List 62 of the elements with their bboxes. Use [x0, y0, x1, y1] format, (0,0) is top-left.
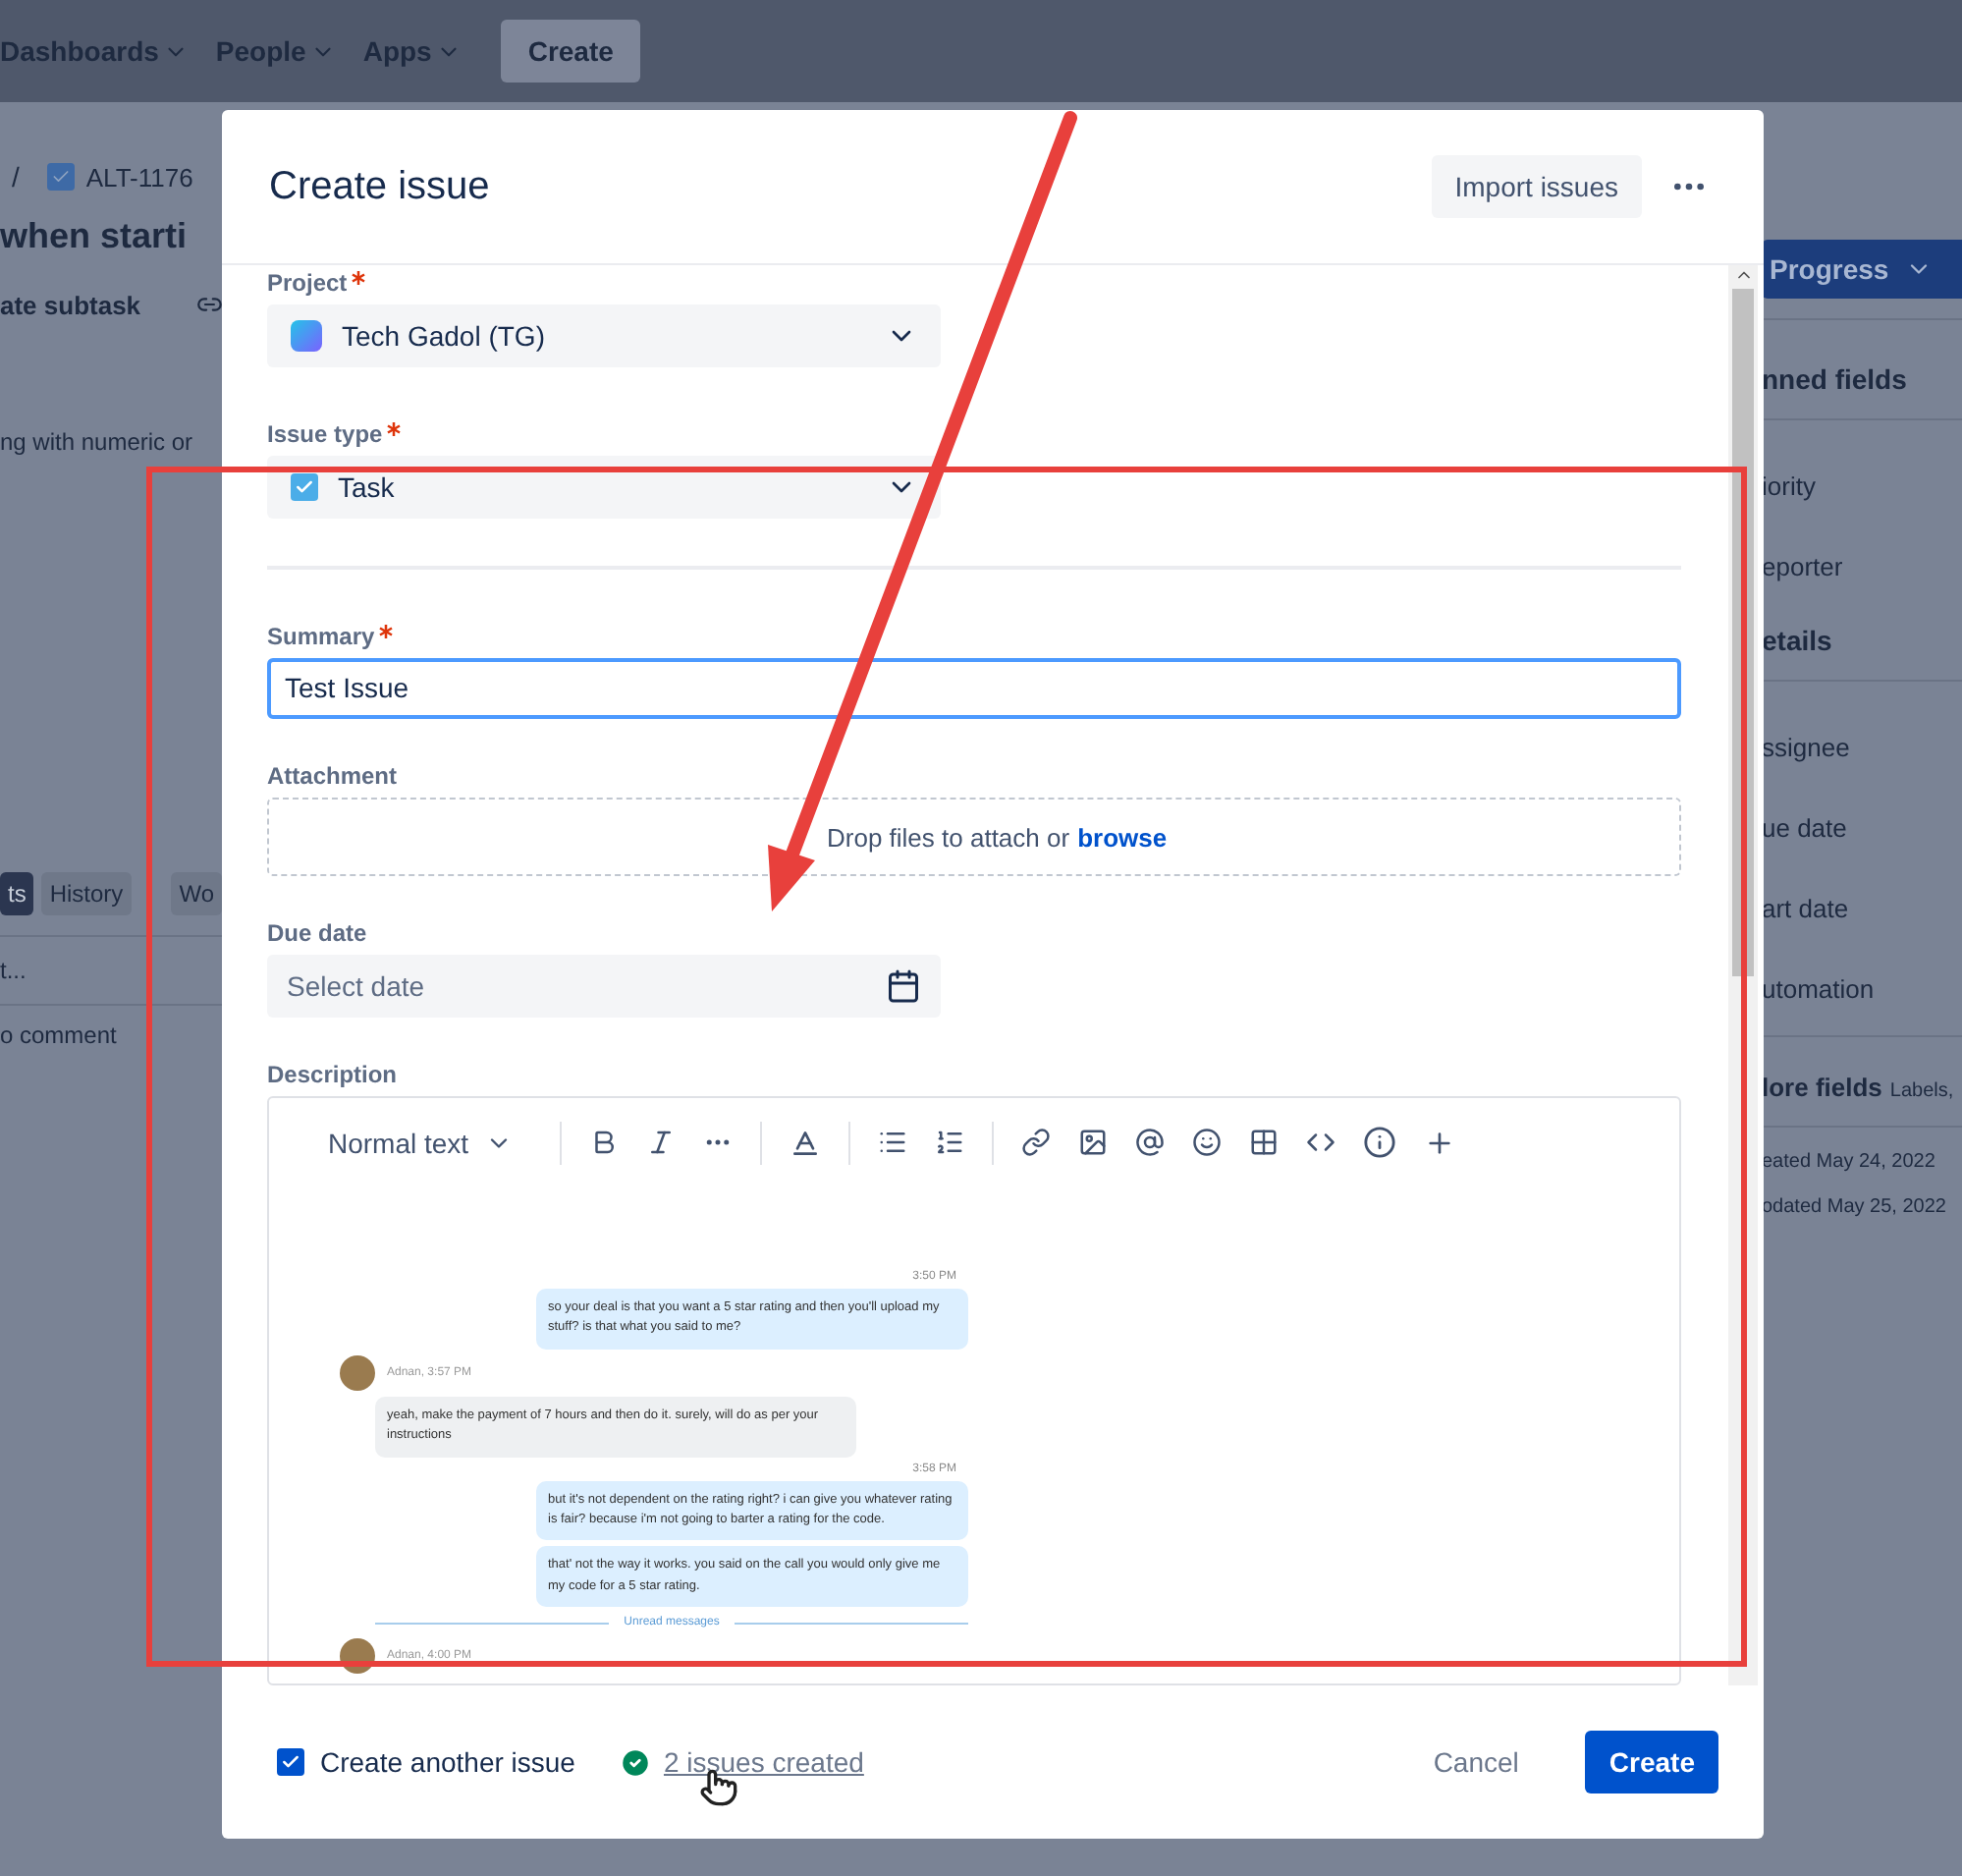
image-icon[interactable] [1077, 1128, 1108, 1158]
issue-key[interactable]: ALT-1176 [85, 162, 193, 192]
breadcrumb-separator: / [12, 161, 20, 193]
avatar [340, 1354, 375, 1391]
checkbox[interactable] [277, 1748, 304, 1776]
link-icon[interactable] [1020, 1128, 1051, 1158]
check-icon [281, 1752, 300, 1772]
numbered-list-icon[interactable] [934, 1128, 964, 1158]
description-editor[interactable] [267, 1095, 1681, 1685]
task-icon [291, 472, 318, 501]
text-color-icon[interactable] [789, 1127, 821, 1159]
action-label[interactable]: ate subtask [0, 290, 141, 319]
field-label: art date [1762, 894, 1849, 923]
table-icon[interactable] [1248, 1128, 1279, 1158]
project-icon [291, 319, 322, 352]
field-label: Due date [267, 919, 367, 948]
field-label: Summary [267, 622, 375, 650]
emoji-icon[interactable] [1191, 1128, 1222, 1158]
section-heading: etails [1762, 625, 1832, 656]
insert-icon[interactable] [1423, 1127, 1455, 1159]
create-button[interactable]: Create [500, 20, 641, 83]
section-heading: lore fields [1762, 1073, 1882, 1102]
calendar-icon [886, 968, 921, 1004]
section-heading: nned fields [1762, 363, 1907, 395]
success-icon [618, 1745, 652, 1779]
field-label: Issue type [267, 419, 383, 448]
tab[interactable]: ts [0, 872, 34, 915]
checkbox-icon [46, 163, 75, 191]
checkbox-label: Create another issue [320, 1746, 575, 1778]
field-label: ue date [1762, 813, 1847, 843]
field-label: Description [267, 1060, 398, 1088]
tab[interactable]: Wo [171, 872, 222, 915]
comment-hint: o comment [0, 1021, 117, 1049]
issues-created-link[interactable]: 2 issues created [663, 1746, 864, 1778]
date-text: odated May 25, 2022 [1762, 1196, 1946, 1218]
field-label: eporter [1762, 552, 1843, 581]
status-button[interactable]: Progress [1762, 240, 1962, 299]
issue-title: when starti [0, 216, 188, 257]
project-select[interactable]: Tech Gadol (TG) [267, 304, 941, 367]
text-style-dropdown[interactable]: Normal text [308, 1127, 532, 1159]
mention-icon[interactable] [1134, 1128, 1165, 1158]
field-label: ssignee [1762, 733, 1850, 762]
import-issues-button[interactable]: Import issues [1431, 155, 1642, 218]
due-date-field[interactable]: Select date [267, 955, 941, 1018]
description-text: ng with numeric or [0, 428, 193, 456]
field-label: iority [1762, 471, 1816, 501]
dialog-title: Create issue [269, 164, 490, 209]
italic-icon[interactable] [645, 1128, 676, 1158]
bullet-list-icon[interactable] [877, 1128, 907, 1158]
date-text: eated May 24, 2022 [1762, 1151, 1935, 1173]
field-hint: Labels, [1889, 1080, 1954, 1102]
create-button[interactable]: Create [1585, 1731, 1718, 1793]
dropzone-text: Drop files to attach or [827, 822, 1070, 853]
tab[interactable]: History [41, 872, 132, 915]
field-label: Project [267, 269, 348, 297]
browse-link[interactable]: browse [1077, 822, 1168, 853]
comment-field[interactable]: t... [0, 957, 27, 984]
summary-input[interactable]: Test Issue [267, 657, 1681, 720]
cancel-button[interactable]: Cancel [1409, 1731, 1543, 1793]
info-icon[interactable] [1362, 1126, 1396, 1160]
field-label: utomation [1762, 974, 1875, 1004]
field-label: Attachment [267, 762, 398, 791]
